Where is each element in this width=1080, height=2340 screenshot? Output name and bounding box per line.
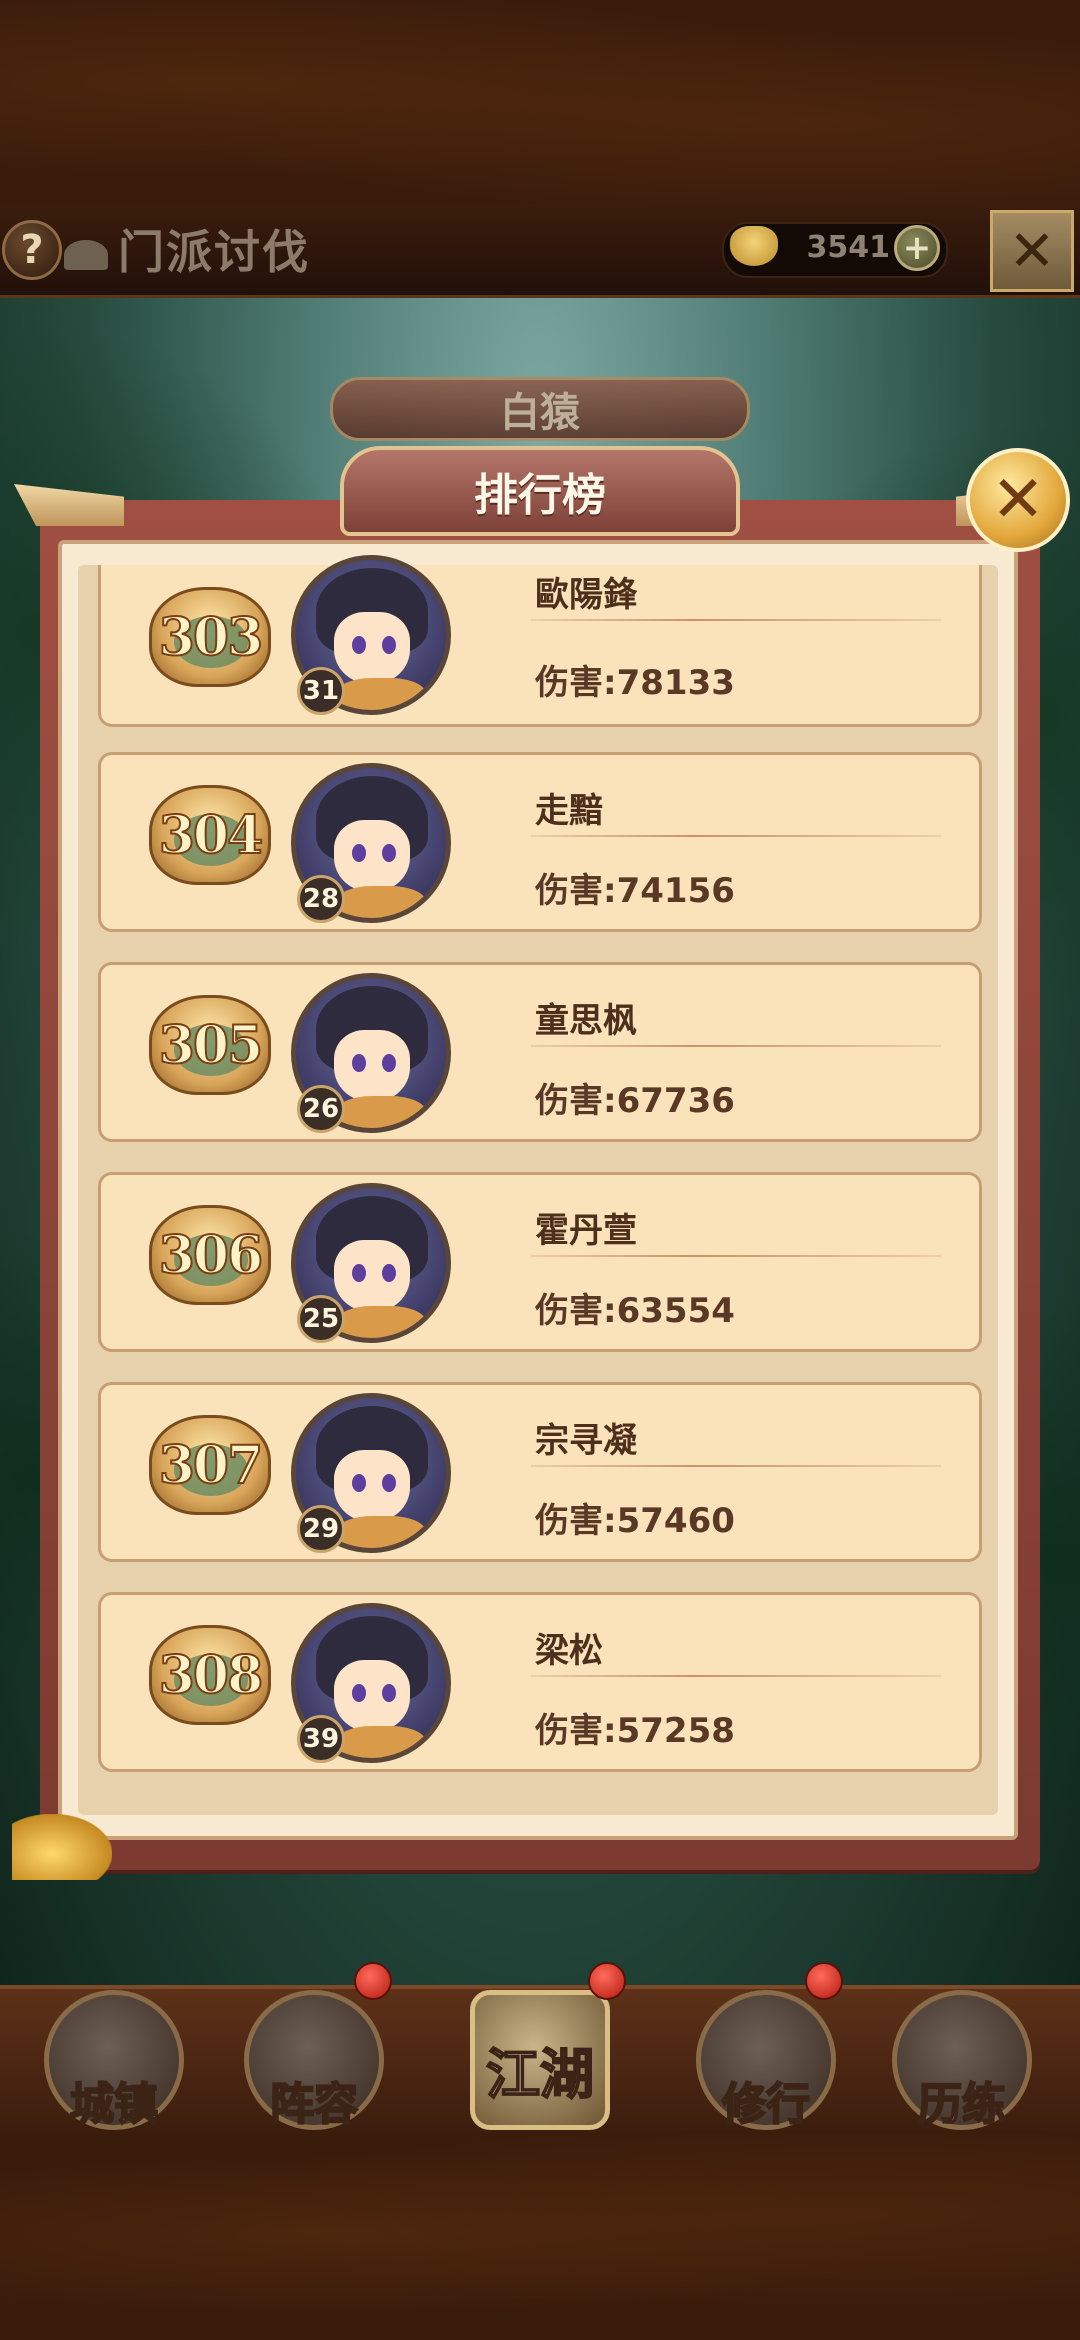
nav-cultivate[interactable]: 修行 — [696, 1990, 836, 2131]
nav-training[interactable]: 历练 — [892, 1990, 1032, 2131]
player-name: 歐陽鋒 — [535, 575, 637, 615]
nav-town[interactable]: 城镇 — [44, 1990, 184, 2131]
row-divider — [531, 619, 941, 621]
level-badge: 26 — [297, 1085, 345, 1133]
notification-dot-icon — [588, 1962, 626, 2000]
ranking-row[interactable]: 306 25 霍丹萱 伤害:63554 — [98, 1172, 982, 1352]
cloud-ornament-icon — [12, 1814, 112, 1880]
rank-badge: 303 — [149, 587, 271, 687]
player-name: 宗寻凝 — [535, 1421, 637, 1461]
hat-icon — [64, 240, 108, 270]
level-badge: 39 — [297, 1715, 345, 1763]
currency-value: 3541 — [806, 230, 891, 265]
add-currency-button[interactable]: + — [894, 225, 940, 271]
player-name: 童思枫 — [535, 1001, 637, 1041]
rank-badge: 307 — [149, 1415, 271, 1515]
notification-dot-icon — [805, 1962, 843, 2000]
close-icon: ✕ — [991, 463, 1045, 537]
nav-label: 修行 — [721, 2078, 811, 2131]
ranking-row[interactable]: 304 28 走黯 伤害:74156 — [98, 752, 982, 932]
damage-value: 伤害:57460 — [535, 1501, 735, 1541]
close-icon: ✕ — [1008, 218, 1056, 284]
level-badge: 25 — [297, 1295, 345, 1343]
player-name: 梁松 — [535, 1631, 603, 1671]
ranking-row[interactable]: 307 29 宗寻凝 伤害:57460 — [98, 1382, 982, 1562]
level-badge: 28 — [297, 875, 345, 923]
page-title: 门派讨伐 — [118, 225, 310, 279]
level-badge: 31 — [297, 667, 345, 715]
rank-badge: 308 — [149, 1625, 271, 1725]
nav-label: 城镇 — [69, 2078, 159, 2131]
nav-lineup[interactable]: 阵容 — [244, 1990, 384, 2131]
damage-value: 伤害:74156 — [535, 871, 735, 911]
damage-value: 伤害:78133 — [535, 663, 735, 703]
nav-label: 阵容 — [269, 2078, 359, 2131]
player-name: 走黯 — [535, 791, 603, 831]
row-divider — [531, 835, 941, 837]
notification-dot-icon — [354, 1962, 392, 2000]
rank-badge: 306 — [149, 1205, 271, 1305]
row-divider — [531, 1255, 941, 1257]
nav-label: 历练 — [917, 2078, 1007, 2131]
nav-jianghu[interactable]: 江湖 — [470, 1990, 610, 2130]
plus-icon: + — [902, 228, 932, 268]
ranking-title: 排行榜 — [474, 470, 606, 521]
damage-value: 伤害:67736 — [535, 1081, 735, 1121]
nav-label: 江湖 — [485, 2042, 595, 2107]
header-close-button[interactable]: ✕ — [990, 210, 1074, 292]
top-background — [0, 0, 1080, 205]
ranking-row[interactable]: 303 31 歐陽鋒 伤害:78133 — [98, 555, 982, 727]
question-icon: ? — [20, 227, 44, 273]
bottom-background — [0, 2130, 1080, 2340]
boss-name: 白猿 — [500, 390, 580, 436]
ranking-row[interactable]: 305 26 童思枫 伤害:67736 — [98, 962, 982, 1142]
level-badge: 29 — [297, 1505, 345, 1553]
boss-name-tab[interactable]: 白猿 — [330, 377, 750, 441]
help-button[interactable]: ? — [2, 220, 62, 280]
rank-badge: 304 — [149, 785, 271, 885]
ranking-title-banner: 排行榜 — [340, 446, 740, 536]
rank-badge: 305 — [149, 995, 271, 1095]
ranking-row[interactable]: 308 39 梁松 伤害:57258 — [98, 1592, 982, 1772]
row-divider — [531, 1045, 941, 1047]
row-divider — [531, 1465, 941, 1467]
gold-ingot-icon — [730, 226, 778, 266]
player-name: 霍丹萱 — [535, 1211, 637, 1251]
row-divider — [531, 1675, 941, 1677]
damage-value: 伤害:63554 — [535, 1291, 735, 1331]
panel-close-button[interactable]: ✕ — [966, 448, 1070, 552]
damage-value: 伤害:57258 — [535, 1711, 735, 1751]
